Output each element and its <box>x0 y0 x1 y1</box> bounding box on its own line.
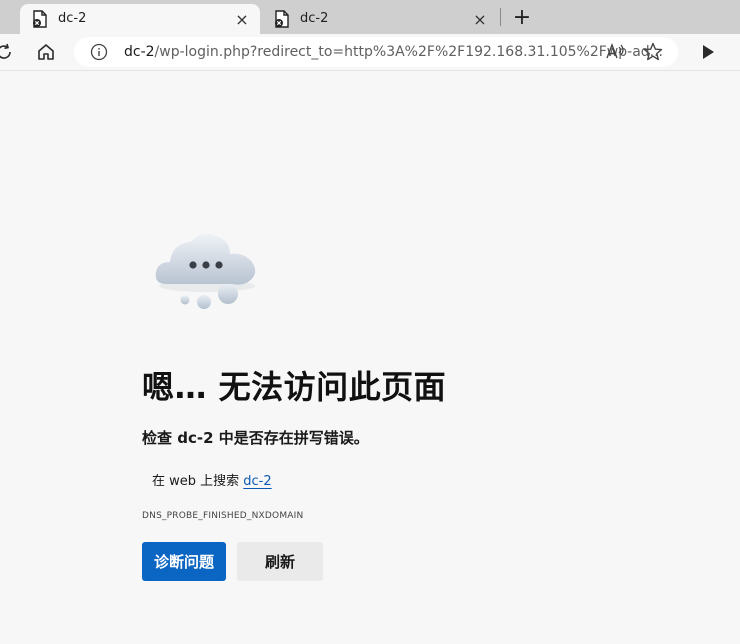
url-text[interactable]: dc-2/wp-login.php?redirect_to=http%3A%2F… <box>124 44 663 60</box>
tab-inactive[interactable]: dc-2 × <box>262 4 498 34</box>
new-tab-button[interactable]: + <box>510 5 534 30</box>
close-tab-button[interactable]: × <box>470 9 490 29</box>
star-icon[interactable] <box>642 41 664 63</box>
search-prefix: 在 web 上搜索 <box>152 474 244 489</box>
search-link[interactable]: dc-2 <box>243 474 271 489</box>
play-icon <box>703 45 714 59</box>
read-aloud-icon[interactable] <box>604 41 626 63</box>
tab-divider <box>500 8 501 26</box>
refresh-button[interactable] <box>0 40 16 64</box>
info-icon[interactable] <box>90 43 108 61</box>
broken-page-icon <box>33 10 47 28</box>
error-code: DNS_PROBE_FINISHED_NXDOMAIN <box>142 511 304 521</box>
search-suggestion: 在 web 上搜索 dc-2 <box>152 470 272 489</box>
forward-button[interactable] <box>696 40 720 64</box>
address-bar[interactable]: dc-2/wp-login.php?redirect_to=http%3A%2F… <box>74 37 678 67</box>
close-tab-button[interactable]: × <box>232 9 252 29</box>
toolbar: dc-2/wp-login.php?redirect_to=http%3A%2F… <box>0 34 740 71</box>
home-button[interactable] <box>34 40 58 64</box>
tab-title: dc-2 <box>300 11 329 26</box>
cloud-icon <box>155 234 256 309</box>
tab-title: dc-2 <box>58 11 87 26</box>
refresh-page-button[interactable]: 刷新 <box>237 542 323 581</box>
cloud-illustration <box>152 226 262 312</box>
tab-strip: dc-2 × dc-2 × + <box>0 0 740 34</box>
refresh-icon <box>0 43 11 59</box>
url-path: /wp-login.php?redirect_to=http%3A%2F%2F1… <box>154 44 664 60</box>
tab-active[interactable]: dc-2 × <box>20 4 260 34</box>
diagnose-button[interactable]: 诊断问题 <box>142 542 226 581</box>
url-host: dc-2 <box>124 44 155 60</box>
page-title: 嗯… 无法访问此页面 <box>142 368 447 406</box>
error-subtitle: 检查 dc-2 中是否存在拼写错误。 <box>142 429 369 447</box>
home-icon <box>38 44 54 60</box>
broken-page-icon <box>275 10 289 28</box>
